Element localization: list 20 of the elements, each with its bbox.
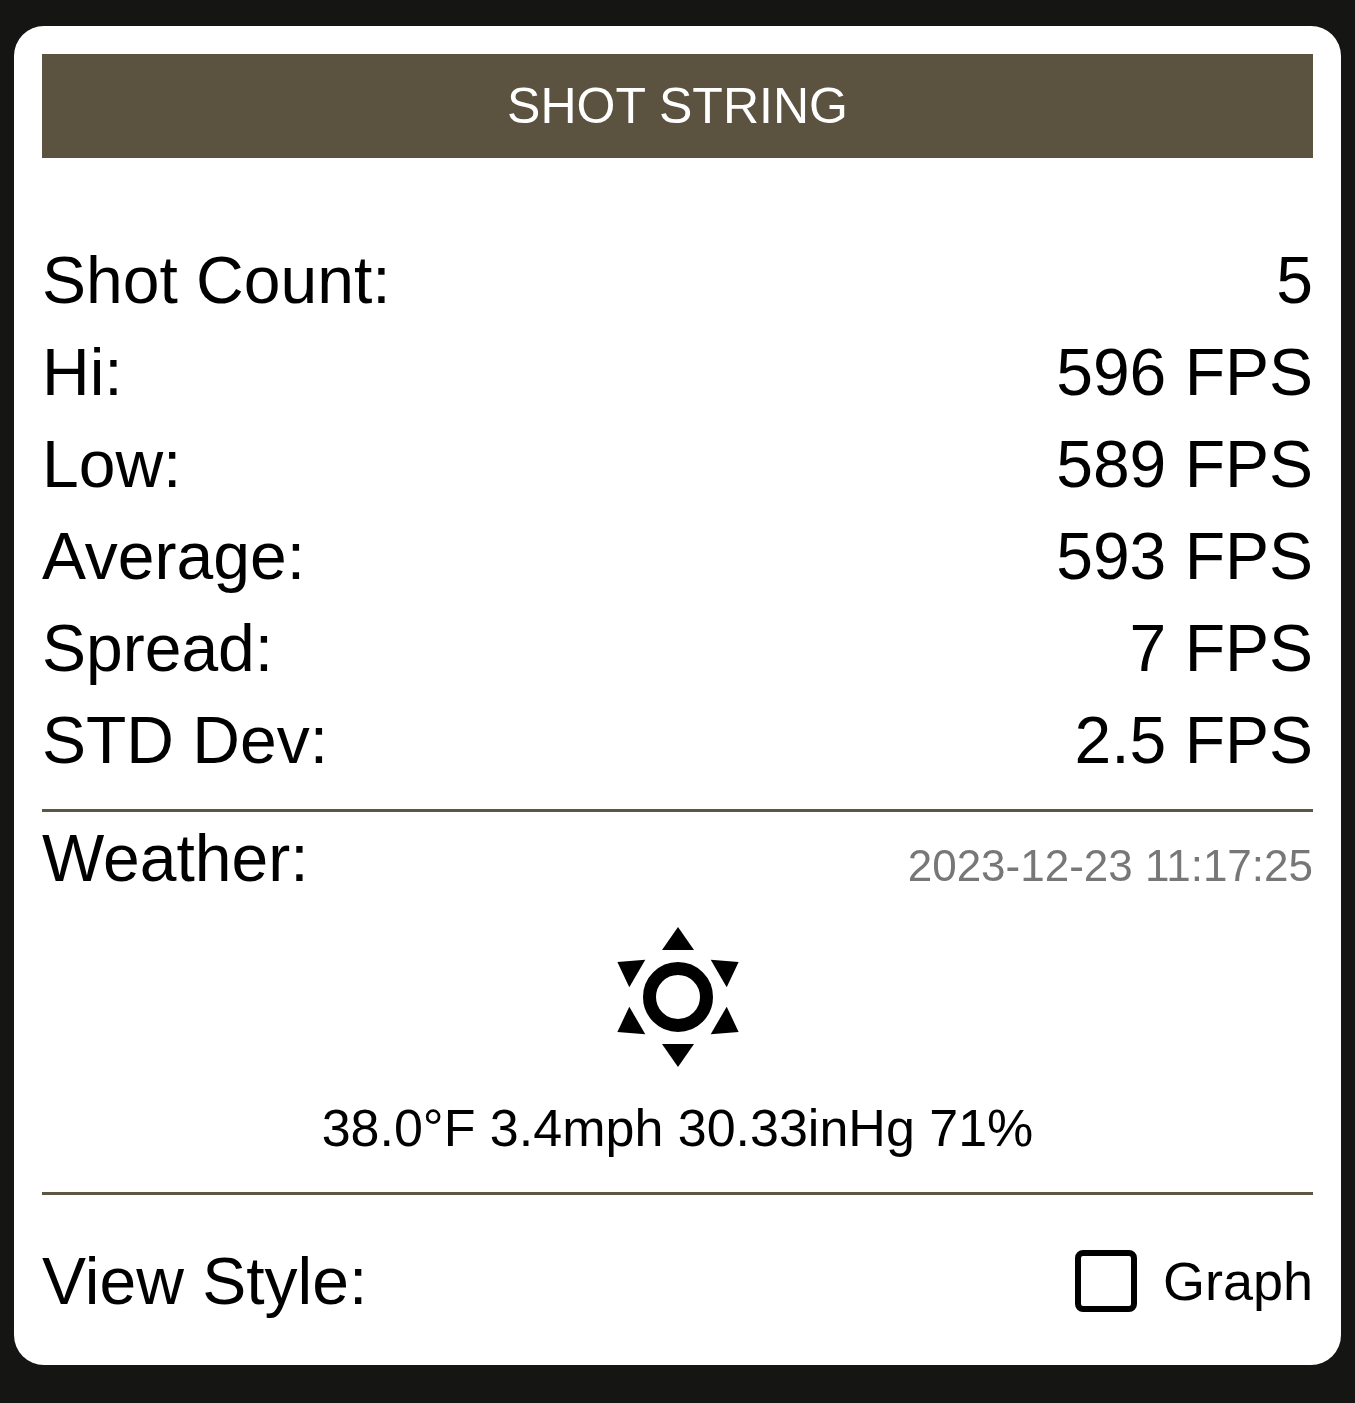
stat-value: 596 FPS	[1056, 334, 1313, 411]
stat-label: STD Dev:	[42, 702, 329, 779]
weather-label: Weather:	[42, 820, 309, 897]
stat-label: Average:	[42, 518, 305, 595]
stat-value: 593 FPS	[1056, 518, 1313, 595]
stat-value: 7 FPS	[1129, 610, 1313, 687]
view-style-label: View Style:	[42, 1243, 368, 1320]
weather-timestamp: 2023-12-23 11:17:25	[907, 840, 1313, 892]
graph-checkbox[interactable]: Graph	[1074, 1246, 1313, 1316]
stat-value: 2.5 FPS	[1074, 702, 1313, 779]
sun-icon	[615, 926, 740, 1068]
stat-label: Hi:	[42, 334, 123, 411]
header-title: SHOT STRING	[507, 81, 848, 131]
stat-value: 589 FPS	[1056, 426, 1313, 503]
stat-label: Spread:	[42, 610, 274, 687]
stat-label: Shot Count:	[42, 242, 391, 319]
stat-label: Low:	[42, 426, 182, 503]
weather-summary: 38.0°F 3.4mph 30.33inHg 71%	[321, 1098, 1034, 1159]
checkbox-icon[interactable]	[1074, 1250, 1137, 1312]
stat-value: 5	[1276, 242, 1313, 319]
